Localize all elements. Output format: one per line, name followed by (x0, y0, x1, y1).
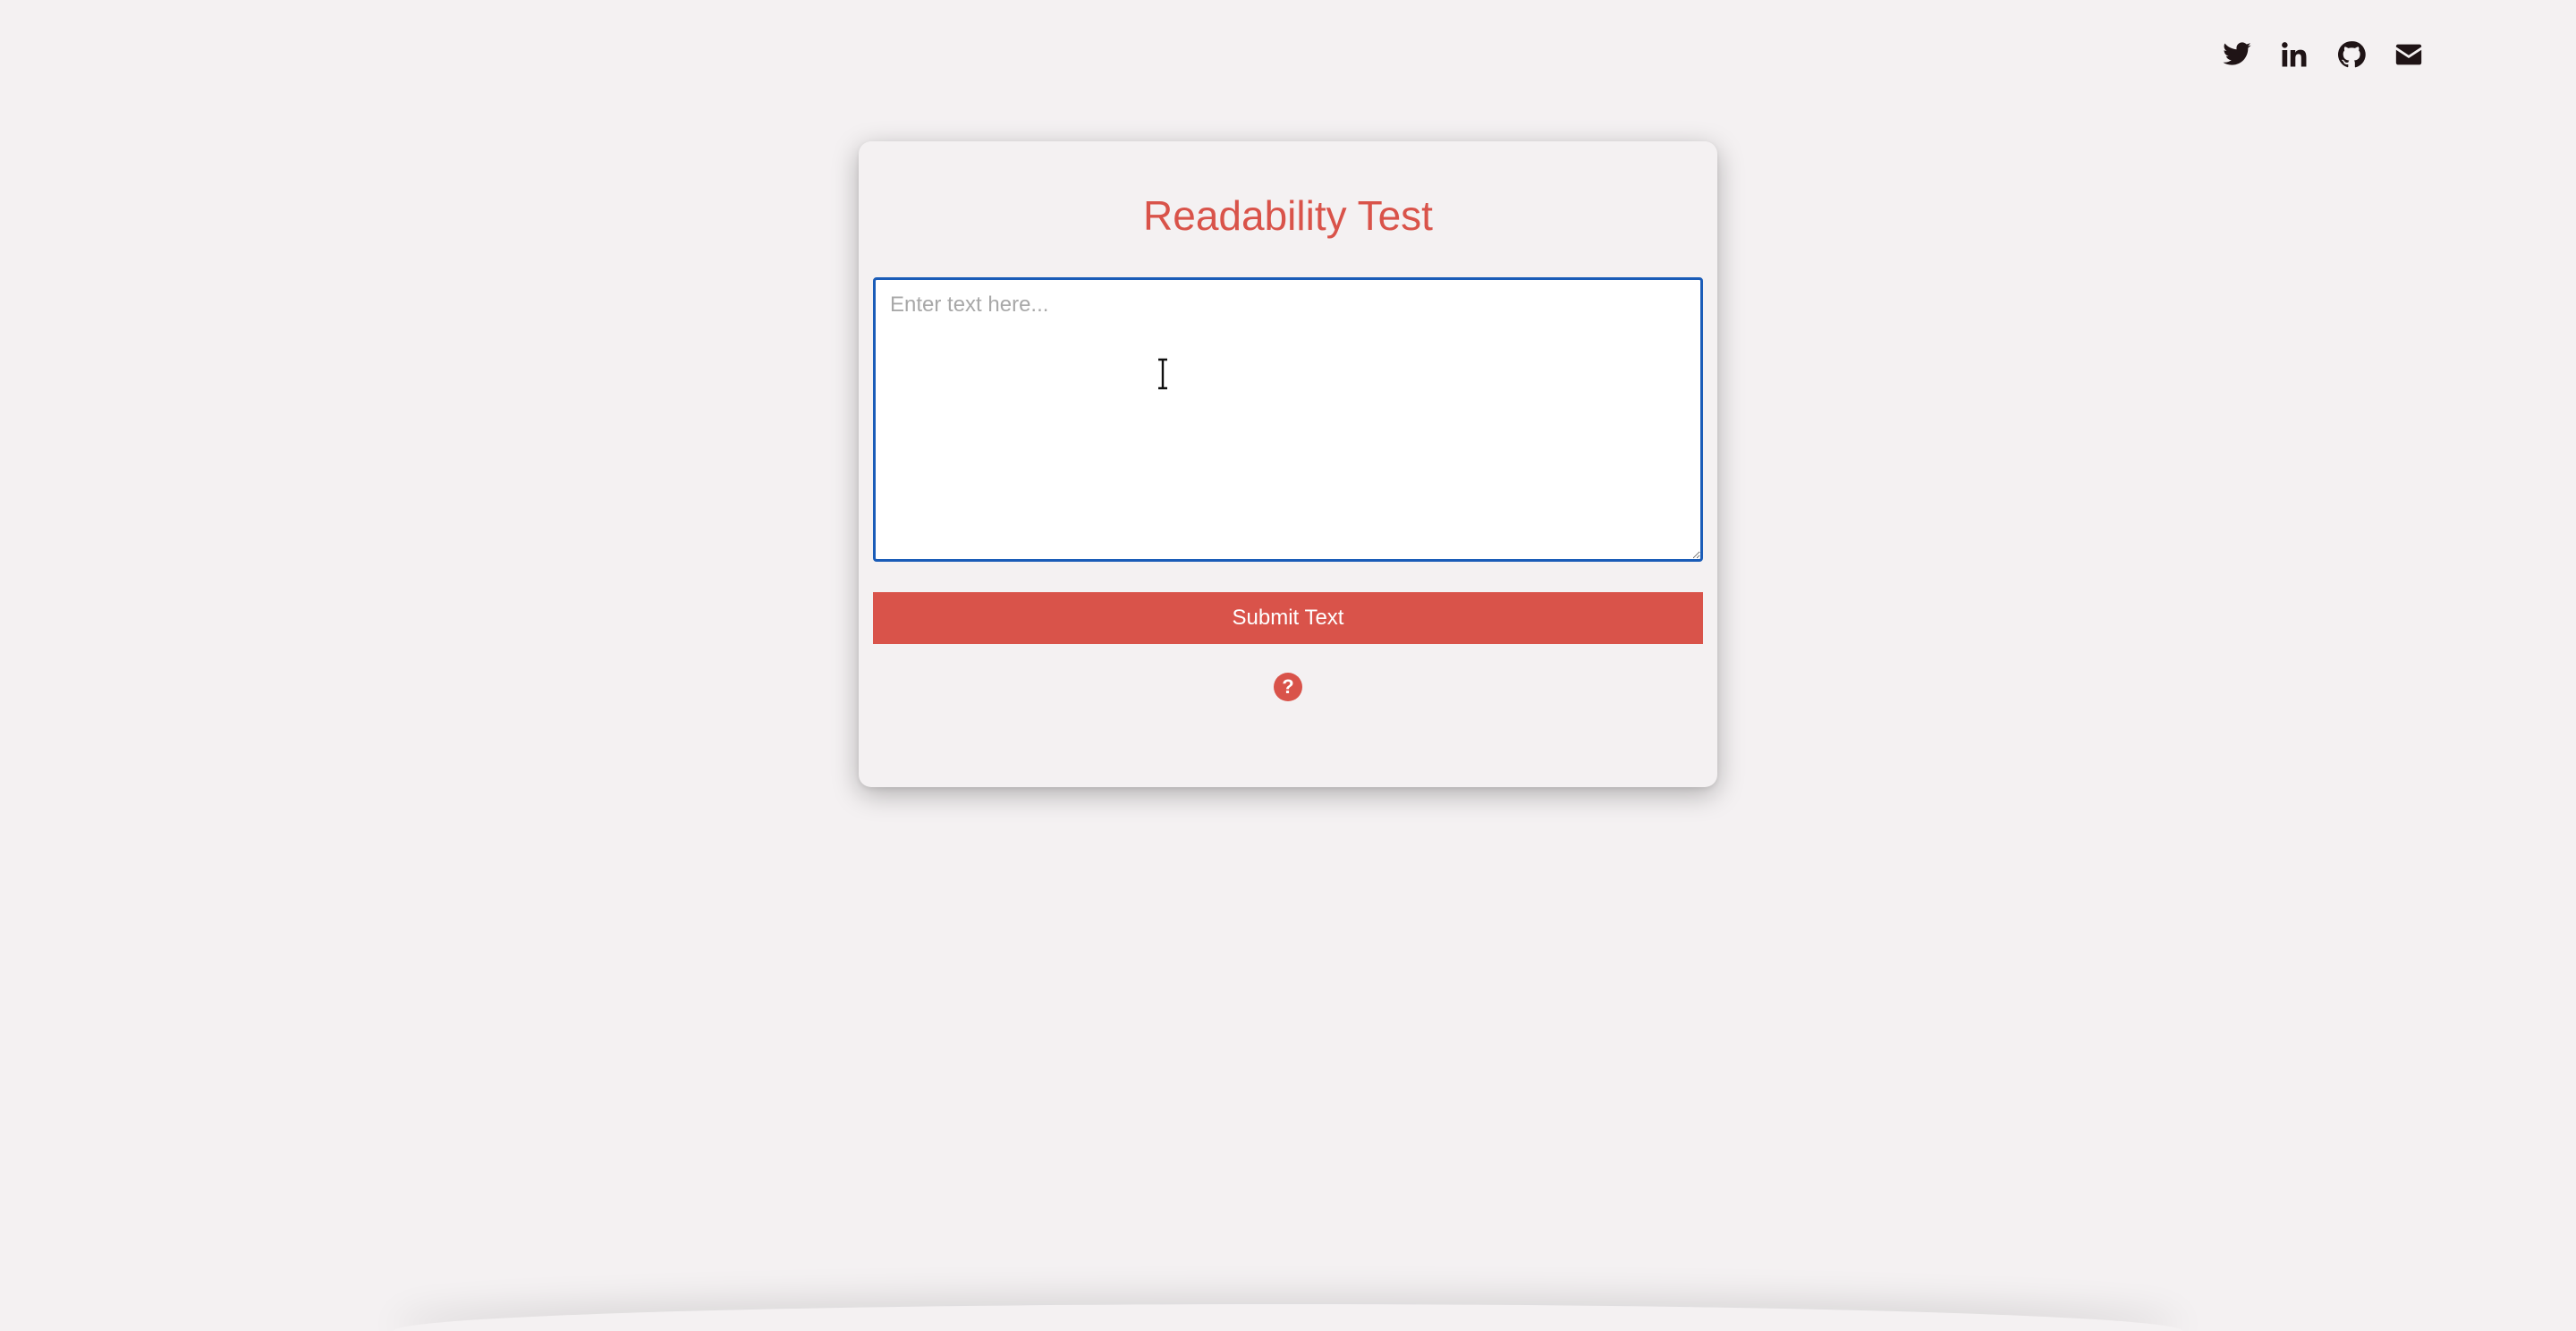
github-link[interactable] (2336, 39, 2367, 70)
social-links (2222, 39, 2424, 70)
page-title: Readability Test (1143, 192, 1433, 239)
linkedin-icon (2282, 42, 2307, 67)
email-link[interactable] (2394, 39, 2424, 70)
help-icon[interactable]: ? (1274, 673, 1302, 701)
submit-text-button[interactable]: Submit Text (873, 592, 1703, 644)
page: Readability Test Submit Text ? (0, 0, 2576, 1331)
github-icon (2337, 41, 2366, 68)
envelope-icon (2395, 44, 2422, 65)
linkedin-link[interactable] (2279, 39, 2309, 70)
twitter-link[interactable] (2222, 39, 2252, 70)
bottom-shadow (394, 1304, 2182, 1331)
twitter-icon (2223, 42, 2251, 65)
readability-card: Readability Test Submit Text ? (859, 141, 1717, 787)
text-cursor-icon (1158, 358, 1167, 390)
text-input[interactable] (873, 277, 1703, 562)
